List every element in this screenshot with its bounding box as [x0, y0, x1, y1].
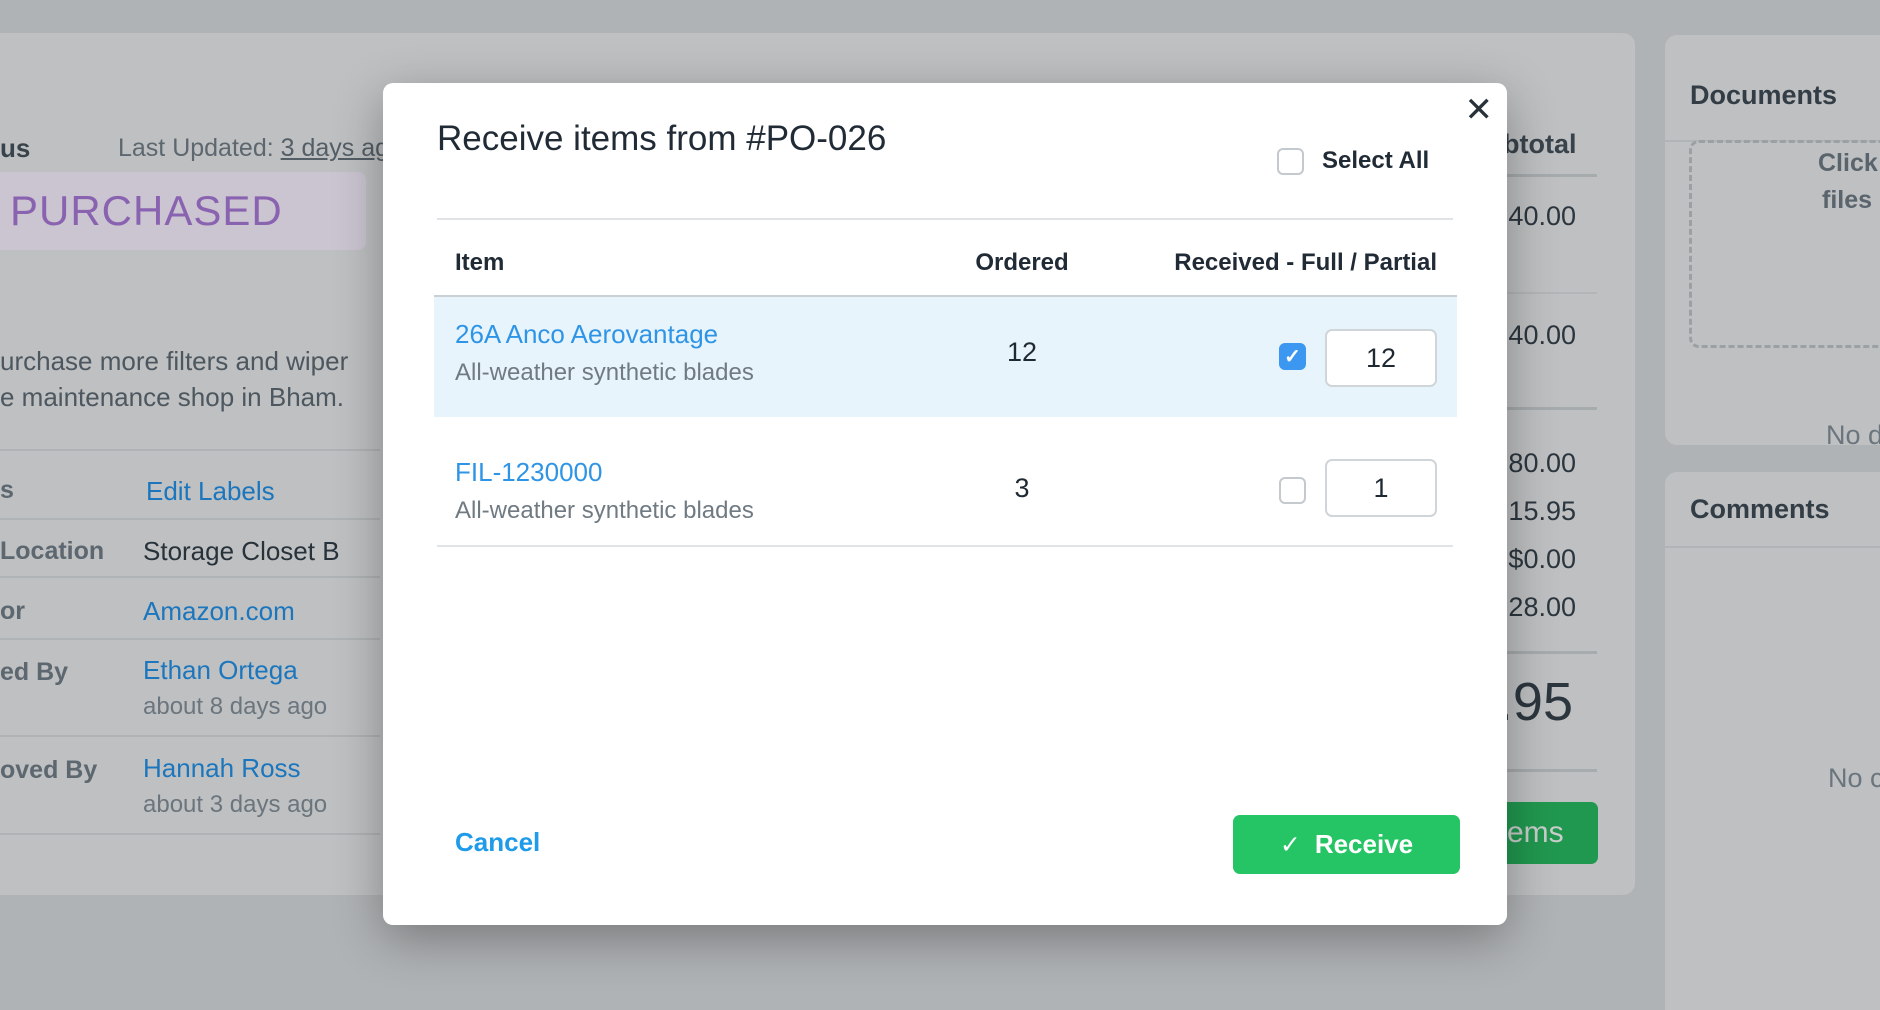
divider	[0, 518, 380, 520]
ordered-quantity: 12	[972, 337, 1072, 368]
receive-button[interactable]: ✓ Receive	[1233, 815, 1460, 874]
location-row-label: Location	[0, 537, 104, 566]
divider	[1665, 546, 1880, 548]
documents-panel: Documents Click files l No d	[1665, 35, 1880, 445]
location-value: Storage Closet B	[143, 536, 340, 567]
select-all-checkbox[interactable]	[1277, 148, 1304, 175]
edit-labels-link[interactable]: Edit Labels	[146, 476, 275, 507]
select-all-label: Select All	[1322, 147, 1429, 175]
approved-by-link[interactable]: Hannah Ross	[143, 753, 301, 784]
po-description-line2: e maintenance shop in Bham.	[0, 379, 348, 415]
item-description: All-weather synthetic blades	[455, 497, 754, 525]
select-all-control[interactable]: Select All	[1277, 147, 1429, 175]
dropzone-text: Click files l	[1818, 145, 1880, 219]
receive-button-label: Receive	[1315, 829, 1413, 860]
approved-by-time: about 3 days ago	[143, 791, 327, 819]
received-checkbox[interactable]	[1279, 477, 1306, 504]
check-icon: ✓	[1284, 344, 1301, 369]
status-label: us	[0, 133, 30, 164]
divider	[0, 833, 380, 835]
dropzone-line2: files l	[1822, 182, 1880, 219]
documents-title: Documents	[1690, 80, 1837, 111]
divider	[437, 218, 1453, 220]
status-badge: PURCHASED	[0, 172, 366, 250]
item-link[interactable]: 26A Anco Aerovantage	[455, 319, 718, 350]
status-badge-text: PURCHASED	[10, 187, 283, 235]
receive-items-modal: ✕ Receive items from #PO-026 Select All …	[383, 83, 1507, 925]
comments-empty-text: No c	[1828, 763, 1880, 794]
table-row: FIL-1230000 All-weather synthetic blades…	[434, 417, 1457, 545]
labels-row-label: s	[0, 476, 14, 505]
divider	[0, 735, 380, 737]
item-description: All-weather synthetic blades	[455, 359, 754, 387]
ordered-quantity: 3	[972, 473, 1072, 504]
close-icon[interactable]: ✕	[1465, 93, 1494, 127]
cancel-button[interactable]: Cancel	[455, 827, 540, 858]
dropzone-line1: Click	[1818, 145, 1880, 182]
page: us Last Updated: 3 days ago PURCHASED ur…	[0, 0, 1880, 1010]
approved-by-row-label: oved By	[0, 756, 97, 785]
last-updated: Last Updated: 3 days ago	[118, 134, 403, 163]
vendor-row-label: or	[0, 597, 25, 626]
divider	[0, 576, 380, 578]
check-icon: ✓	[1280, 830, 1301, 860]
comments-panel: Comments No c	[1665, 472, 1880, 1010]
item-link[interactable]: FIL-1230000	[455, 457, 602, 488]
created-by-row-label: ed By	[0, 658, 68, 687]
received-checkbox[interactable]: ✓	[1279, 343, 1306, 370]
receive-items-button[interactable]: ems	[1504, 802, 1598, 864]
table-row: 26A Anco Aerovantage All-weather synthet…	[434, 297, 1457, 417]
column-header-item: Item	[455, 249, 504, 277]
vendor-link[interactable]: Amazon.com	[143, 596, 295, 627]
column-header-ordered: Ordered	[922, 249, 1122, 277]
modal-title: Receive items from #PO-026	[437, 119, 886, 159]
received-quantity-input[interactable]	[1325, 459, 1437, 517]
subtotal-header: btotal	[1503, 129, 1577, 160]
created-by-time: about 8 days ago	[143, 693, 327, 721]
comments-title: Comments	[1690, 494, 1830, 525]
column-header-received: Received - Full / Partial	[1174, 249, 1437, 277]
po-description: urchase more filters and wiper e mainten…	[0, 343, 348, 415]
divider	[0, 449, 380, 451]
documents-empty-text: No d	[1826, 420, 1880, 451]
last-updated-label: Last Updated:	[118, 134, 281, 162]
divider	[437, 545, 1453, 547]
po-description-line1: urchase more filters and wiper	[0, 343, 348, 379]
receive-items-button-label: ems	[1507, 816, 1564, 850]
received-quantity-input[interactable]	[1325, 329, 1437, 387]
divider	[0, 638, 380, 640]
created-by-link[interactable]: Ethan Ortega	[143, 655, 298, 686]
